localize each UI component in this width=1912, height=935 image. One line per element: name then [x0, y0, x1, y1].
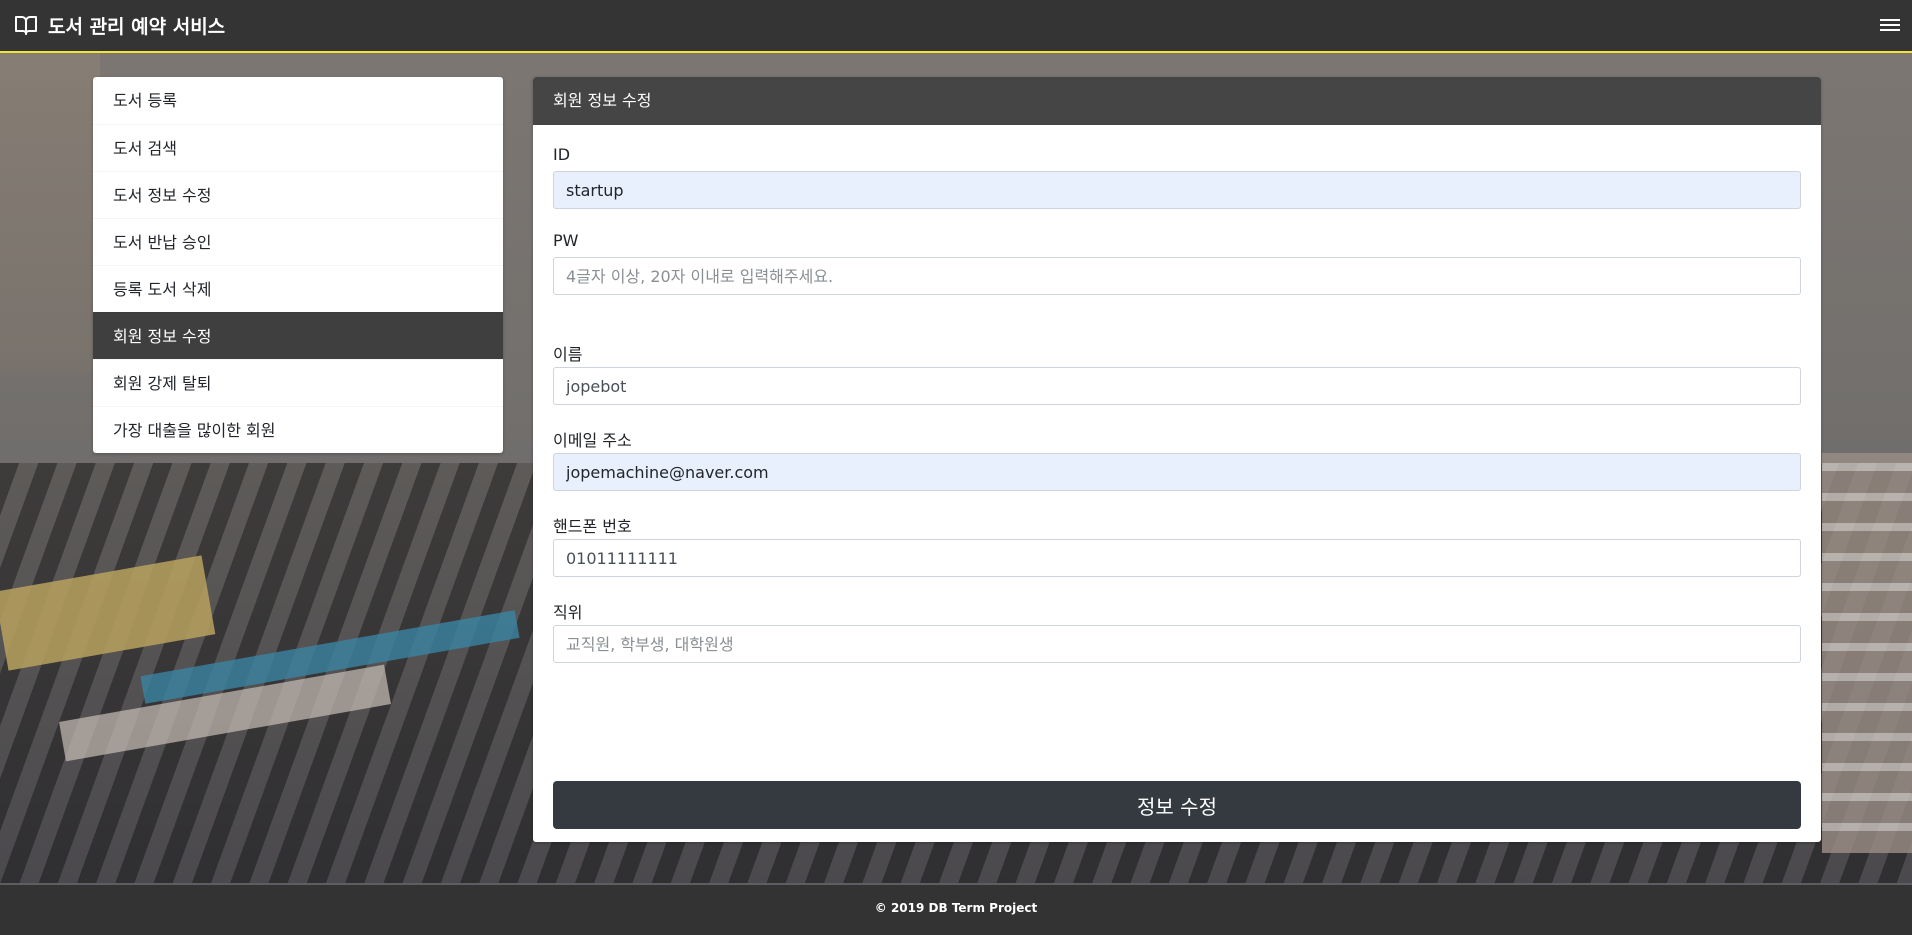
update-info-button[interactable]: 정보 수정	[553, 781, 1801, 829]
sidebar-item-return-approval[interactable]: 도서 반납 승인	[93, 218, 503, 265]
card-title: 회원 정보 수정	[533, 77, 1821, 125]
email-field[interactable]	[553, 453, 1801, 491]
sidebar-item-book-search[interactable]: 도서 검색	[93, 124, 503, 171]
sidebar-item-top-borrower[interactable]: 가장 대출을 많이한 회원	[93, 406, 503, 453]
pw-label: PW	[553, 231, 579, 250]
sidebar-item-book-edit[interactable]: 도서 정보 수정	[93, 171, 503, 218]
footer: © 2019 DB Term Project	[0, 885, 1912, 935]
top-navbar: 도서 관리 예약 서비스	[0, 0, 1912, 53]
app-title: 도서 관리 예약 서비스	[48, 15, 226, 38]
book-open-icon	[14, 13, 38, 37]
position-field[interactable]	[553, 625, 1801, 663]
sidebar-menu: 도서 등록 도서 검색 도서 정보 수정 도서 반납 승인 등록 도서 삭제 회…	[93, 77, 503, 453]
brand[interactable]: 도서 관리 예약 서비스	[14, 12, 225, 38]
hamburger-icon[interactable]	[1880, 16, 1900, 34]
sidebar-item-book-register[interactable]: 도서 등록	[93, 77, 503, 124]
phone-field[interactable]	[553, 539, 1801, 577]
sidebar-item-member-edit[interactable]: 회원 정보 수정	[93, 312, 503, 359]
member-edit-card: 회원 정보 수정 ID PW 이름 이메일 주소 핸드폰 번호 직위 정보 수정	[533, 77, 1821, 842]
id-field[interactable]	[553, 171, 1801, 209]
id-label: ID	[553, 145, 571, 164]
sidebar-item-book-delete[interactable]: 등록 도서 삭제	[93, 265, 503, 312]
sidebar-item-member-withdraw[interactable]: 회원 강제 탈퇴	[93, 359, 503, 406]
footer-copyright: © 2019 DB Term Project	[874, 901, 1038, 915]
pw-field[interactable]	[553, 257, 1801, 295]
email-label: 이메일 주소	[553, 431, 632, 450]
phone-label: 핸드폰 번호	[553, 517, 632, 536]
name-label: 이름	[553, 345, 583, 364]
position-label: 직위	[553, 603, 583, 622]
name-field[interactable]	[553, 367, 1801, 405]
